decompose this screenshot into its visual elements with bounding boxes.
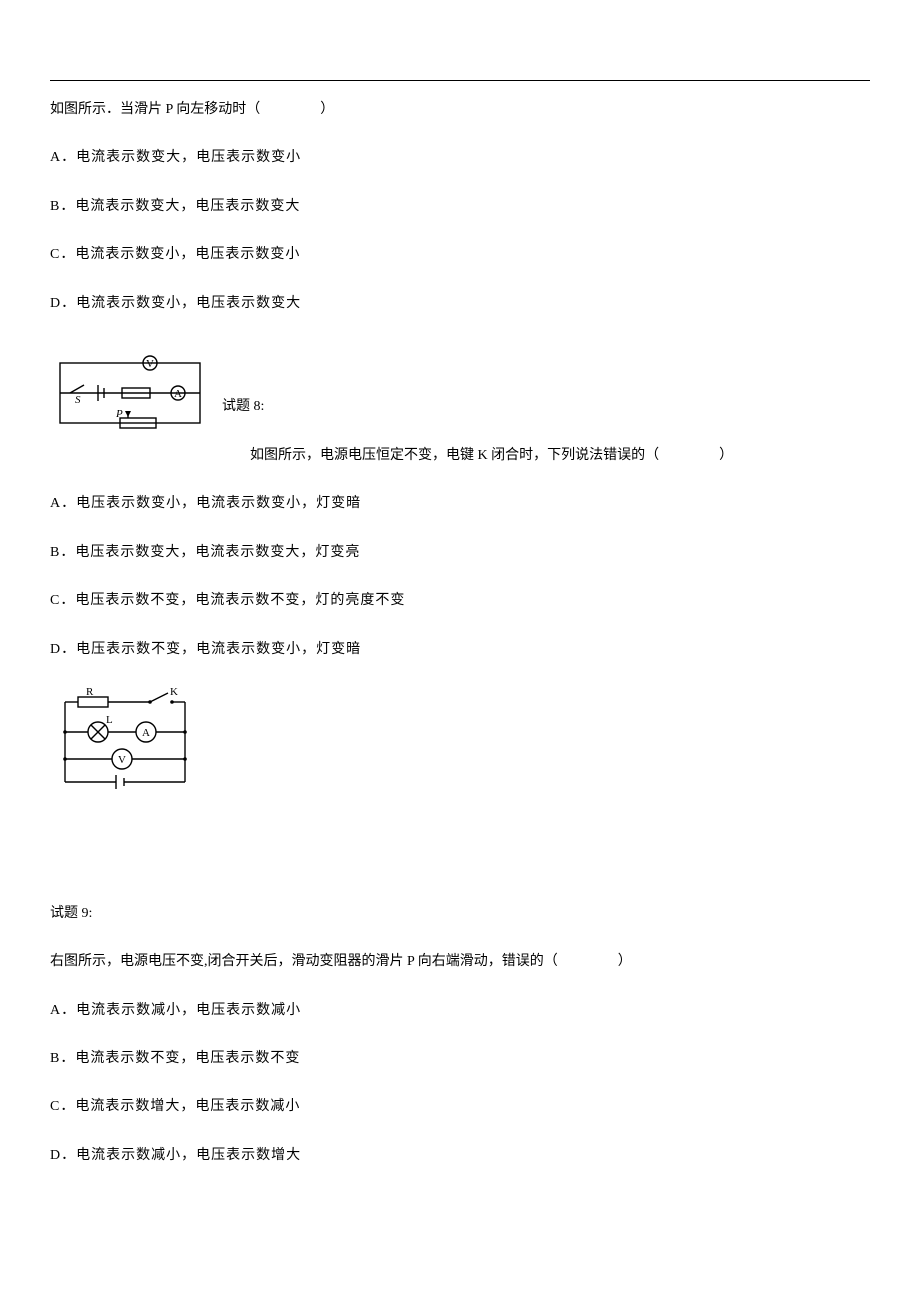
q8-option-d: D．电压表示数不变，电流表示数变小，灯变暗: [50, 639, 870, 661]
q8-blank: [659, 445, 719, 467]
q9-option-b: B．电流表示数不变，电压表示数不变: [50, 1048, 870, 1070]
lamp-label: L: [106, 714, 113, 726]
q9-title: 试题 9:: [50, 903, 870, 925]
q8-option-b: B．电压表示数变大，电流表示数变大，灯变亮: [50, 542, 870, 564]
q7-option-d: D．电流表示数变小，电压表示数变大: [50, 293, 870, 315]
q9-option-d: D．电流表示数减小，电压表示数增大: [50, 1145, 870, 1167]
q7-option-b: B．电流表示数变大，电压表示数变大: [50, 196, 870, 218]
ammeter-label-2: A: [142, 727, 150, 739]
q7-blank: [260, 99, 320, 121]
q8-option-a: A．电压表示数变小，电流表示数变小，灯变暗: [50, 493, 870, 515]
ammeter-label: A: [174, 388, 182, 400]
q8-stem-text: 如图所示，电源电压恒定不变，电键 K 闭合时，下列说法错误的（: [250, 448, 659, 463]
q9-stem: 右图所示，电源电压不变,闭合开关后，滑动变阻器的滑片 P 向右端滑动，错误的（ …: [50, 951, 870, 973]
switch-label: S: [75, 394, 81, 406]
q9-option-a: A．电流表示数减小，电压表示数减小: [50, 1000, 870, 1022]
q9-stem-text: 右图所示，电源电压不变,闭合开关后，滑动变阻器的滑片 P 向右端滑动，错误的（: [50, 954, 558, 969]
q8-option-c: C．电压表示数不变，电流表示数不变，灯的亮度不变: [50, 590, 870, 612]
q7-stem-text: 如图所示．当滑片 P 向左移动时（: [50, 102, 260, 117]
q7-circuit-diagram: V S A P: [50, 355, 210, 435]
q9-option-c: C．电流表示数增大，电压表示数减小: [50, 1096, 870, 1118]
q7-stem: 如图所示．当滑片 P 向左移动时（ ）: [50, 99, 870, 121]
resistor-label: R: [86, 687, 94, 698]
q9-blank: [558, 951, 618, 973]
q8-circuit-diagram: R K L A V: [50, 687, 870, 797]
q7-option-a: A．电流表示数变大，电压表示数变小: [50, 147, 870, 169]
q7-option-c: C．电流表示数变小，电压表示数变小: [50, 244, 870, 266]
q8-stem: 如图所示，电源电压恒定不变，电键 K 闭合时，下列说法错误的（ ）: [250, 445, 870, 467]
q8-title: 试题 8:: [222, 395, 264, 415]
voltmeter-label-2: V: [118, 754, 126, 766]
voltmeter-label: V: [146, 358, 154, 370]
q7-stem-close: ）: [320, 102, 334, 117]
q9-stem-close: ）: [618, 954, 632, 969]
slider-label: P: [115, 408, 123, 420]
q8-stem-close: ）: [719, 448, 733, 463]
switch-k-label: K: [170, 687, 178, 698]
